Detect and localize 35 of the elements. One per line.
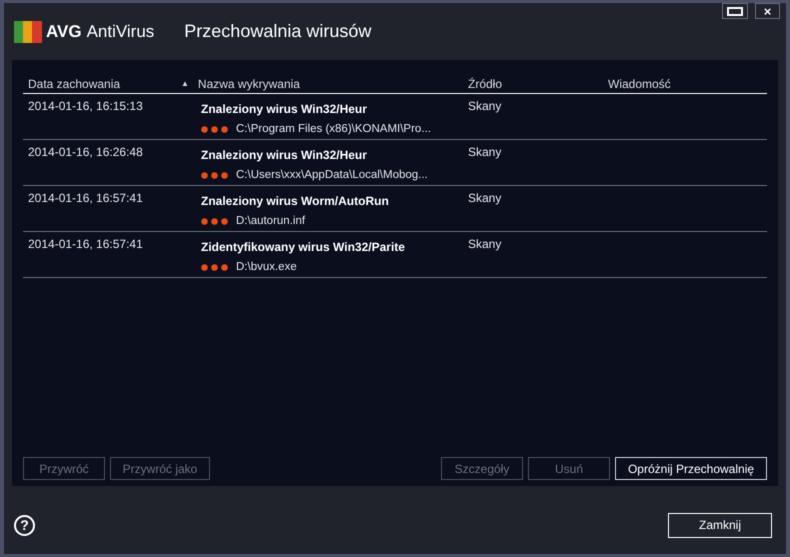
close-button[interactable]: ×: [755, 3, 780, 19]
source-cell: Skany: [468, 191, 502, 205]
close-dialog-button[interactable]: Zamknij: [668, 512, 772, 538]
dots-icon: [201, 264, 228, 272]
date-cell: 2014-01-16, 16:57:41: [28, 237, 143, 251]
dots-icon: [201, 172, 228, 180]
source-cell: Skany: [468, 237, 502, 251]
column-header[interactable]: Data zachowania: [23, 74, 120, 92]
dots-icon: [201, 126, 228, 134]
help-icon[interactable]: ?: [14, 514, 35, 536]
column-header[interactable]: Źródło: [463, 74, 502, 92]
column-header[interactable]: Nazwa wykrywania: [192, 74, 300, 92]
logo-icon: [14, 20, 42, 42]
action-button[interactable]: Opróżnij Przechowalnię: [615, 457, 767, 480]
detection-name: Znaleziony wirus Win32/Heur: [201, 101, 368, 118]
detection-name: Znaleziony wirus Worm/AutoRun: [201, 193, 390, 210]
file-path: C:\Users\xxx\AppData\Local\Mobog...: [236, 168, 428, 183]
window-title: Przechowalnia wirusów: [184, 20, 372, 43]
date-cell: 2014-01-16, 16:15:13: [28, 99, 143, 113]
detection-name: Zidentyfikowany wirus Win32/Parite: [201, 239, 406, 256]
brand-name: AVG: [46, 20, 82, 43]
column-header[interactable]: Wiadomość: [603, 74, 671, 92]
detection-name: Znaleziony wirus Win32/Heur: [201, 147, 368, 164]
product-name: AntiVirus: [86, 20, 154, 43]
date-cell: 2014-01-16, 16:26:48: [28, 145, 143, 159]
sort-arrow: ▲: [181, 78, 189, 90]
maximize-icon: [727, 6, 743, 16]
source-cell: Skany: [468, 99, 502, 113]
file-path: C:\Program Files (x86)\KONAMI\Pro...: [236, 122, 431, 137]
maximize-button[interactable]: [722, 3, 748, 19]
dots-icon: [201, 218, 228, 226]
date-cell: 2014-01-16, 16:57:41: [28, 191, 143, 205]
file-path: D:\autorun.inf: [236, 214, 306, 229]
file-path: D:\bvux.exe: [236, 260, 297, 275]
source-cell: Skany: [468, 145, 502, 159]
